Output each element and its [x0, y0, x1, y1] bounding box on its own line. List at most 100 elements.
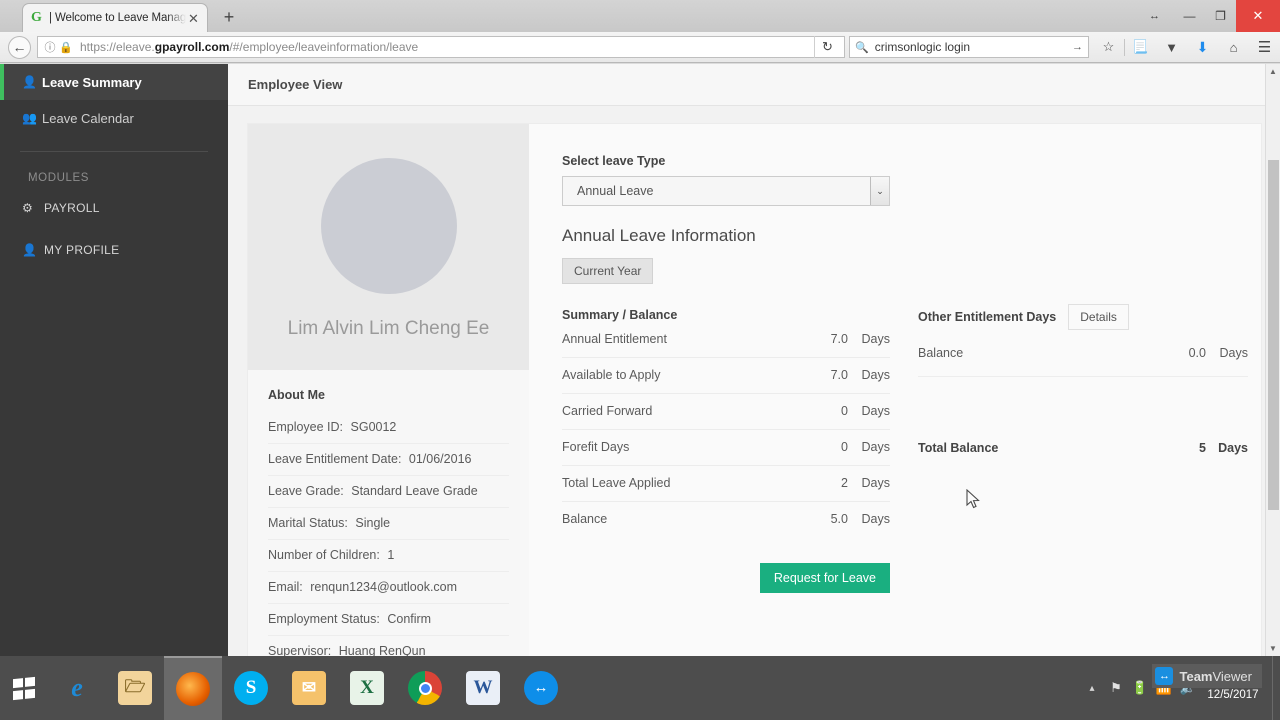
leave-type-select[interactable]: Annual Leave ⌄ — [562, 176, 890, 206]
request-for-leave-button[interactable]: Request for Leave — [759, 563, 890, 593]
row-unit: Days — [861, 476, 890, 490]
about-value: renqun1234@outlook.com — [310, 580, 458, 594]
taskbar-word[interactable]: W — [454, 656, 512, 720]
row-value: 0 — [841, 404, 848, 418]
row-unit: Days — [1219, 346, 1248, 360]
about-row: Email: renqun1234@outlook.com — [268, 572, 509, 604]
row-label: Balance — [918, 346, 964, 360]
profile-header: Lim Alvin Lim Cheng Ee — [248, 124, 529, 370]
details-button[interactable]: Details — [1068, 304, 1129, 330]
page-title: Employee View — [248, 77, 343, 92]
show-desktop-button[interactable] — [1272, 656, 1280, 720]
resize-icon[interactable]: ↔ — [1134, 0, 1174, 32]
browser-tab[interactable]: G | Welcome to Leave Manage ✕ — [22, 3, 208, 32]
taskbar-chrome[interactable] — [396, 656, 454, 720]
chevron-down-icon[interactable]: ⌄ — [870, 177, 889, 205]
taskbar-teamviewer[interactable]: ↔ — [512, 656, 570, 720]
taskbar-outlook[interactable]: ✉ — [280, 656, 338, 720]
teamviewer-popup[interactable]: ↔ TeamViewer — [1152, 664, 1262, 688]
about-me-title: About Me — [268, 388, 325, 402]
user-icon: 👤 — [22, 75, 37, 89]
vertical-scrollbar[interactable]: ▲ ▼ — [1265, 64, 1280, 656]
sidebar-item-label: MY PROFILE — [44, 243, 120, 257]
total-balance-row: Total Balance 5 Days — [918, 441, 1248, 455]
sidebar-item-label: Leave Summary — [42, 74, 142, 90]
taskbar-internet-explorer[interactable]: e — [48, 656, 106, 720]
page-info-icon[interactable]: ⓘ — [42, 39, 58, 55]
close-window-button[interactable]: ✕ — [1236, 0, 1280, 32]
reload-icon[interactable]: ↻ — [814, 36, 840, 58]
network-flag-icon[interactable]: ⚑ — [1104, 680, 1128, 696]
taskbar: e 🗁 S ✉ X W ↔ ▴ ⚑ 🔋 📶 🔈 12:41 PM 12/5/20… — [0, 656, 1280, 720]
scrollbar-thumb[interactable] — [1268, 160, 1279, 510]
user-icon: 👤 — [22, 243, 38, 257]
download-icon[interactable]: ⬇ — [1187, 32, 1218, 62]
taskbar-excel[interactable]: X — [338, 656, 396, 720]
avatar — [320, 158, 457, 294]
windows-logo-icon — [13, 676, 35, 700]
chrome-icon — [408, 671, 442, 705]
about-key: Email: — [268, 580, 303, 594]
tray-expand-icon[interactable]: ▴ — [1080, 683, 1104, 694]
pocket-icon[interactable]: ▼ — [1156, 32, 1187, 62]
row-unit: Days — [861, 332, 890, 346]
sidebar-item-leave-calendar[interactable]: 👥 Leave Calendar — [0, 100, 228, 136]
about-value: Single — [355, 516, 391, 530]
search-go-icon[interactable]: → — [1072, 41, 1083, 53]
about-value: Standard Leave Grade — [351, 484, 478, 498]
home-icon[interactable]: ⌂ — [1218, 32, 1249, 62]
row-label: Balance — [562, 512, 608, 526]
table-row: Carried Forward 0 Days — [562, 394, 890, 430]
tab-strip: G | Welcome to Leave Manage ✕ + ↔ — ❐ ✕ — [0, 0, 1280, 32]
internet-explorer-icon: e — [71, 673, 83, 702]
back-icon[interactable]: ← — [8, 35, 31, 59]
battery-icon[interactable]: 🔋 — [1128, 680, 1152, 696]
menu-icon[interactable]: ☰ — [1249, 32, 1280, 62]
about-key: Leave Entitlement Date: — [268, 452, 402, 466]
taskbar-skype[interactable]: S — [222, 656, 280, 720]
leave-panel: Lim Alvin Lim Cheng Ee About Me Employee… — [248, 124, 1261, 656]
about-key: Leave Grade: — [268, 484, 344, 498]
row-label: Total Leave Applied — [562, 476, 671, 490]
about-value: SG0012 — [350, 420, 397, 434]
other-entitlement-header: Other Entitlement Days Details — [918, 304, 1248, 330]
about-row: Leave Grade: Standard Leave Grade — [268, 476, 509, 508]
leave-info-heading: Annual Leave Information — [562, 226, 756, 245]
new-tab-button[interactable]: + — [218, 6, 240, 28]
minimize-button[interactable]: — — [1174, 0, 1205, 32]
sidebar-item-leave-summary[interactable]: 👤 Leave Summary — [0, 64, 228, 100]
current-year-button[interactable]: Current Year — [562, 258, 654, 284]
window-controls: ↔ — ❐ ✕ — [1134, 0, 1280, 32]
scroll-down-icon[interactable]: ▼ — [1266, 641, 1280, 656]
tab-close-icon[interactable]: ✕ — [186, 12, 201, 25]
maximize-button[interactable]: ❐ — [1205, 0, 1236, 32]
url-text: https://eleave.gpayroll.com/#/employee/l… — [80, 40, 419, 54]
profile-card: Lim Alvin Lim Cheng Ee About Me Employee… — [248, 124, 529, 656]
sidebar-item-label: Leave Calendar — [42, 110, 134, 126]
sidebar: 👤 Leave Summary 👥 Leave Calendar MODULES… — [0, 64, 228, 656]
row-unit: Days — [861, 368, 890, 382]
sidebar-item-payroll[interactable]: ⚙ PAYROLL — [0, 190, 228, 226]
star-icon[interactable]: ☆ — [1093, 32, 1124, 62]
taskbar-file-explorer[interactable]: 🗁 — [106, 656, 164, 720]
taskbar-firefox[interactable] — [164, 656, 222, 720]
table-row: Forefit Days 0 Days — [562, 430, 890, 466]
address-bar[interactable]: ⓘ 🔒 https://eleave.gpayroll.com/#/employ… — [37, 36, 845, 58]
about-row: Marital Status: Single — [268, 508, 509, 540]
scroll-up-icon[interactable]: ▲ — [1266, 64, 1280, 79]
row-label: Available to Apply — [562, 368, 661, 382]
about-row: Employment Status: Confirm — [268, 604, 509, 636]
row-unit: Days — [861, 440, 890, 454]
row-value: 2 — [841, 476, 848, 490]
row-label: Forefit Days — [562, 440, 630, 454]
content-area: Employee View Lim Alvin Lim Cheng Ee Abo… — [228, 64, 1272, 656]
start-button[interactable] — [0, 656, 48, 720]
divider — [918, 376, 1248, 377]
sidebar-item-my-profile[interactable]: 👤 MY PROFILE — [0, 232, 228, 268]
search-input[interactable]: 🔍 crimsonlogic login → — [849, 36, 1089, 58]
about-row: Employee ID: SG0012 — [268, 412, 509, 444]
table-row: Balance 5.0 Days — [562, 502, 890, 537]
reader-icon[interactable]: 📃 — [1125, 32, 1156, 62]
tab-favicon-icon: G — [31, 10, 42, 25]
leave-type-value: Annual Leave — [577, 184, 654, 198]
